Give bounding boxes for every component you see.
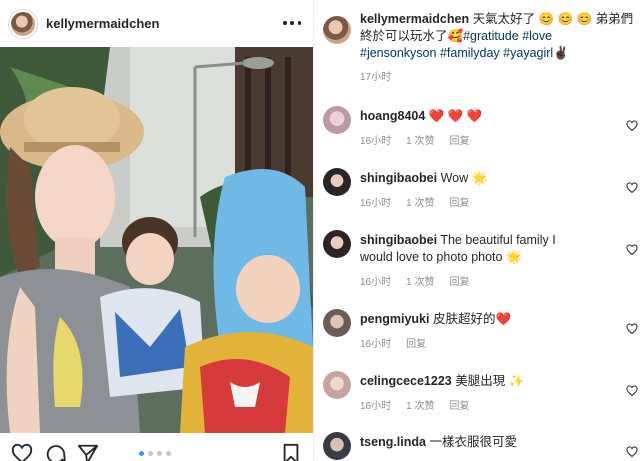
caption-text: 終於可以玩水了	[360, 29, 448, 43]
comment-username[interactable]: tseng.linda	[360, 435, 426, 449]
comments-pane: kellymermaidchen 天氣太好了 😊 😊 😊 弟弟們 終於可以玩水了…	[314, 0, 640, 461]
comment-meta: 16小时 1 次赞 回复	[360, 132, 484, 147]
hashtag-link[interactable]: #jensonkyson	[360, 46, 436, 60]
comment-likes[interactable]: 1 次赞	[406, 273, 434, 288]
comment-time[interactable]: 16小时	[360, 194, 391, 209]
reply-button[interactable]: 回复	[449, 273, 469, 288]
comment-avatar[interactable]	[323, 230, 351, 258]
comment-likes[interactable]: 1 次赞	[406, 194, 434, 209]
caption-avatar[interactable]	[323, 16, 351, 44]
comment-text: 皮肤超好的❤️	[429, 312, 512, 326]
post-pane: kellymermaidchen	[0, 0, 313, 461]
comment-time[interactable]: 16小时	[360, 335, 391, 350]
comment-username[interactable]: celingcece1223	[360, 374, 452, 388]
comment-item: celingcece1223 美腿出現 ✨ 16小时 1 次赞 回复	[323, 371, 640, 419]
comment-username[interactable]: shingibaobei	[360, 233, 437, 247]
comment-like-heart-icon[interactable]	[626, 182, 638, 194]
comment-username[interactable]: pengmiyuki	[360, 312, 429, 326]
post-photo[interactable]	[0, 47, 313, 433]
comment-text: ❤️ ❤️ ❤️	[425, 109, 483, 123]
caption-username[interactable]: kellymermaidchen	[360, 12, 469, 26]
comment-likes[interactable]: 1 次赞	[406, 397, 434, 412]
post-actions	[0, 433, 313, 461]
reply-button[interactable]: 回复	[449, 132, 469, 147]
post-header: kellymermaidchen	[0, 0, 313, 47]
comment-item: shingibaobei The beautiful family I woul…	[323, 230, 640, 294]
caption-timestamp[interactable]: 17小时	[360, 72, 391, 83]
comment-body: pengmiyuki 皮肤超好的❤️	[360, 311, 610, 328]
post-avatar[interactable]	[9, 9, 37, 38]
post-username[interactable]: kellymermaidchen	[46, 16, 159, 31]
caption-text: 弟弟們	[592, 12, 634, 26]
caption-emoji: 😊 😊 😊	[538, 12, 593, 26]
comment-meta: 16小时 1 次赞 回复	[360, 397, 484, 412]
share-send-icon[interactable]	[77, 443, 99, 461]
comment-username[interactable]: shingibaobei	[360, 171, 437, 185]
comment-time[interactable]: 16小时	[360, 397, 391, 412]
comment-likes[interactable]: 1 次赞	[406, 132, 434, 147]
comment-like-heart-icon[interactable]	[626, 244, 638, 256]
comment-text: The beautiful family I	[437, 233, 556, 247]
comment-item: tseng.linda 一樣衣服很可愛	[323, 432, 640, 461]
carousel-dot[interactable]	[157, 451, 162, 456]
caption-emoji: ✌🏿	[553, 46, 569, 60]
caption-body: kellymermaidchen 天氣太好了 😊 😊 😊 弟弟們 終於可以玩水了…	[360, 11, 640, 86]
comment-bubble-icon[interactable]	[44, 443, 66, 461]
comment-avatar[interactable]	[323, 106, 351, 134]
comment-item: shingibaobei Wow 🌟 16小时 1 次赞 回复	[323, 168, 640, 216]
comment-meta: 16小时 1 次赞 回复	[360, 194, 484, 209]
comment-meta: 16小时 回复	[360, 335, 441, 350]
more-options-icon[interactable]	[283, 15, 301, 31]
comment-body: hoang8404 ❤️ ❤️ ❤️	[360, 108, 610, 125]
comment-item: hoang8404 ❤️ ❤️ ❤️ 16小时 1 次赞 回复	[323, 106, 640, 154]
comment-text: would love to photo photo 🌟	[360, 250, 522, 264]
carousel-dot-active[interactable]	[139, 451, 144, 456]
comment-text: 美腿出現 ✨	[451, 374, 525, 388]
comment-username[interactable]: hoang8404	[360, 109, 425, 123]
reply-button[interactable]: 回复	[406, 335, 426, 350]
carousel-dot[interactable]	[166, 451, 171, 456]
comment-text: Wow 🌟	[437, 171, 488, 185]
comment-like-heart-icon[interactable]	[626, 446, 638, 458]
comment-meta: 16小时 1 次赞 回复	[360, 273, 484, 288]
comment-avatar[interactable]	[323, 309, 351, 337]
reply-button[interactable]: 回复	[449, 194, 469, 209]
comment-body: celingcece1223 美腿出現 ✨	[360, 373, 610, 390]
hashtag-link[interactable]: #familyday	[440, 46, 500, 60]
like-heart-icon[interactable]	[11, 443, 33, 461]
comment-text: 一樣衣服很可愛	[425, 435, 517, 449]
comment-item: pengmiyuki 皮肤超好的❤️ 16小时 回复	[323, 309, 640, 357]
reply-button[interactable]: 回复	[449, 397, 469, 412]
caption-emoji: 🥰	[447, 29, 464, 43]
comment-avatar[interactable]	[323, 432, 351, 460]
comment-body: tseng.linda 一樣衣服很可愛	[360, 434, 610, 451]
comment-avatar[interactable]	[323, 371, 351, 399]
caption-text: 天氣太好了	[469, 12, 539, 26]
hashtag-link[interactable]: #yayagirl	[503, 46, 553, 60]
comment-time[interactable]: 16小时	[360, 273, 391, 288]
bookmark-icon[interactable]	[280, 443, 302, 461]
comment-like-heart-icon[interactable]	[626, 120, 638, 132]
comment-time[interactable]: 16小时	[360, 132, 391, 147]
hashtag-link[interactable]: #love	[522, 29, 552, 43]
comment-like-heart-icon[interactable]	[626, 323, 638, 335]
hashtag-link[interactable]: #gratitude	[463, 29, 519, 43]
comment-body: shingibaobei The beautiful family I woul…	[360, 232, 610, 266]
carousel-dot[interactable]	[148, 451, 153, 456]
comment-like-heart-icon[interactable]	[626, 385, 638, 397]
comment-avatar[interactable]	[323, 168, 351, 196]
carousel-indicator	[139, 451, 171, 456]
comment-body: shingibaobei Wow 🌟	[360, 170, 610, 187]
